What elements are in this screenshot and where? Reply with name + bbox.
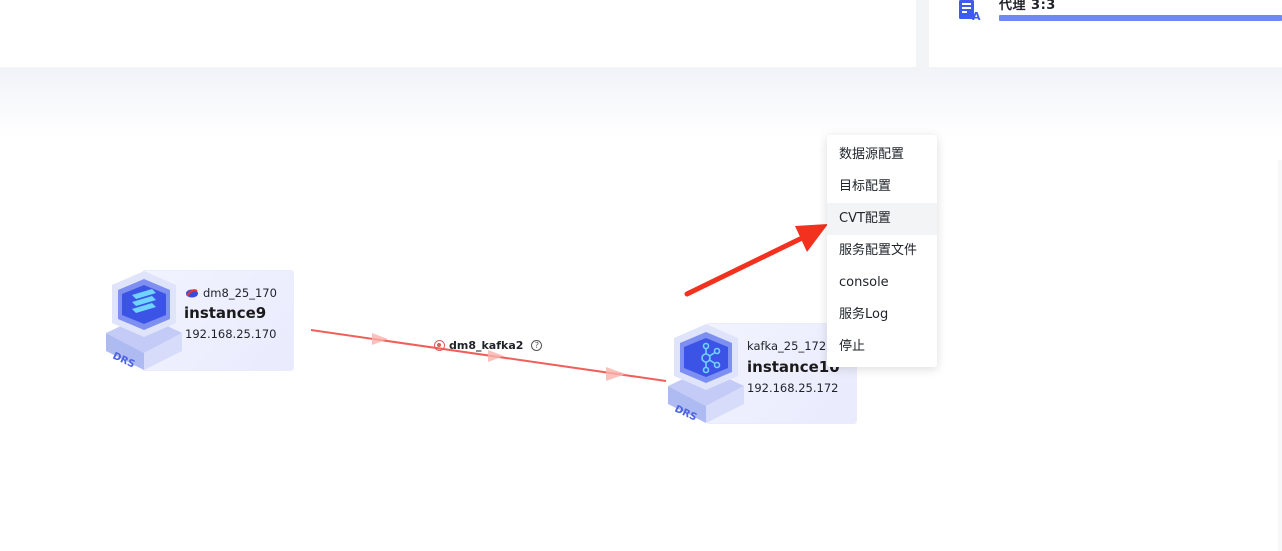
node-instance-name: instance10 — [747, 358, 840, 376]
node-source-row: dm8_25_170 — [185, 286, 277, 300]
node-source-row: kafka_25_172 — [747, 339, 826, 353]
menu-item-datasource-config[interactable]: 数据源配置 — [827, 139, 937, 171]
node-ip: 192.168.25.172 — [747, 381, 839, 395]
menu-item-console[interactable]: console — [827, 267, 937, 299]
dm8-db-icon — [186, 288, 198, 297]
node-source-name: kafka_25_172 — [747, 339, 827, 353]
svg-text:A: A — [972, 10, 981, 22]
node-ip: 192.168.25.170 — [185, 327, 277, 341]
node-source-name: dm8_25_170 — [203, 286, 277, 300]
link-name: dm8_kafka2 — [449, 339, 524, 352]
proxy-progress-bar — [999, 15, 1282, 21]
top-left-card — [0, 0, 916, 67]
node-instance-name: instance9 — [184, 304, 267, 322]
link-status-icon — [434, 340, 445, 351]
help-icon[interactable]: ? — [531, 340, 543, 351]
drs-server-icon: DRS — [106, 271, 182, 371]
menu-item-stop[interactable]: 停止 — [827, 331, 937, 363]
context-menu: 数据源配置 目标配置 CVT配置 服务配置文件 console 服务Log 停止 — [827, 135, 937, 367]
right-panel-edge — [1278, 160, 1282, 551]
proxy-label: 代理 3:3 — [999, 0, 1056, 13]
menu-item-target-config[interactable]: 目标配置 — [827, 171, 937, 203]
link-label[interactable]: dm8_kafka2 ? — [434, 339, 543, 352]
proxy-doc-icon: A — [959, 0, 981, 22]
menu-item-service-config-file[interactable]: 服务配置文件 — [827, 235, 937, 267]
menu-item-service-log[interactable]: 服务Log — [827, 299, 937, 331]
menu-item-cvt-config[interactable]: CVT配置 — [827, 203, 937, 235]
drs-kafka-icon: DRS — [668, 324, 744, 424]
